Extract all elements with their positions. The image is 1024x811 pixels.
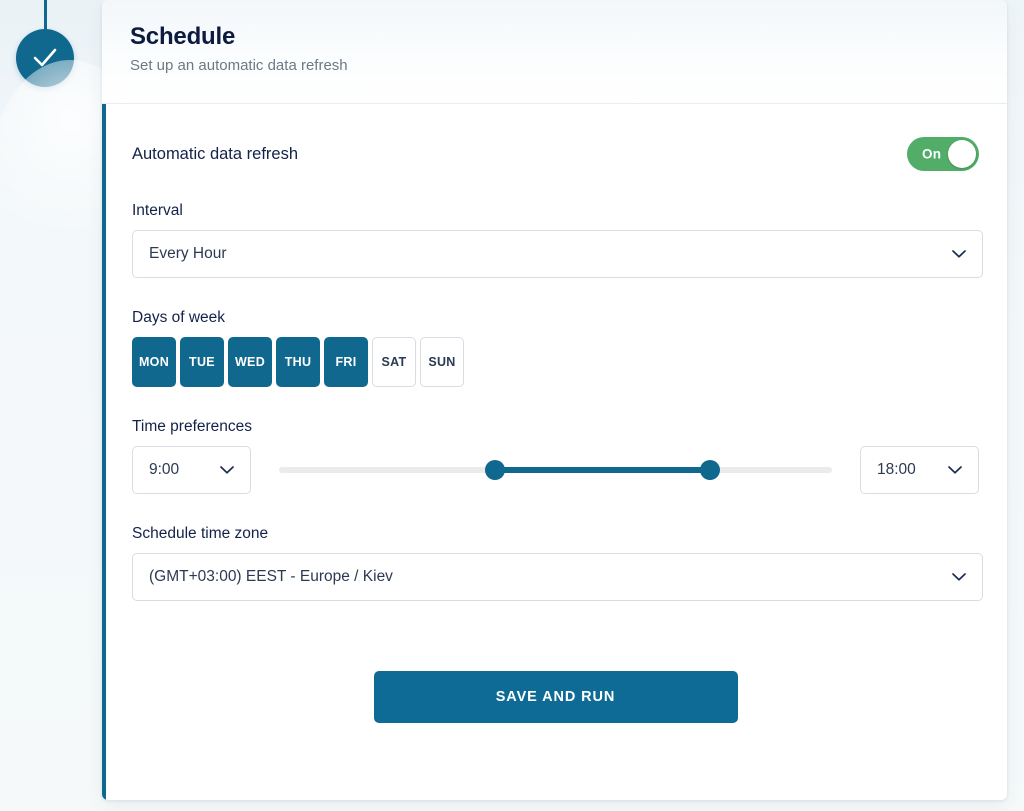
day-toggle-mon[interactable]: MON [132, 337, 176, 387]
chevron-down-icon [952, 250, 966, 258]
schedule-card: Schedule Set up an automatic data refres… [102, 0, 1007, 800]
slider-handle-end[interactable] [700, 460, 721, 480]
interval-select[interactable]: Every Hour [132, 230, 983, 278]
automatic-refresh-toggle[interactable]: On [907, 137, 979, 171]
day-toggle-tue[interactable]: TUE [180, 337, 224, 387]
slider-selected-range [494, 467, 711, 473]
day-toggle-wed[interactable]: WED [228, 337, 272, 387]
end-time-value: 18:00 [877, 461, 916, 478]
toggle-state-label: On [922, 146, 942, 162]
day-toggle-sun[interactable]: SUN [420, 337, 464, 387]
actions-row: SAVE AND RUN [132, 671, 979, 723]
end-time-select[interactable]: 18:00 [860, 446, 979, 494]
check-icon [33, 48, 57, 67]
day-toggle-fri[interactable]: FRI [324, 337, 368, 387]
timezone-select[interactable]: (GMT+03:00) EEST - Europe / Kiev [132, 553, 983, 601]
day-toggle-thu[interactable]: THU [276, 337, 320, 387]
timezone-value: (GMT+03:00) EEST - Europe / Kiev [149, 568, 393, 585]
card-body: Automatic data refresh On Interval Every… [102, 104, 1007, 800]
days-of-week-label: Days of week [132, 309, 226, 326]
start-time-select[interactable]: 9:00 [132, 446, 251, 494]
days-of-week-group: MON TUE WED THU FRI SAT SUN [132, 337, 979, 387]
interval-label: Interval [132, 202, 183, 219]
automatic-refresh-row: Automatic data refresh On [132, 104, 979, 171]
chevron-down-icon [948, 466, 962, 474]
timezone-label: Schedule time zone [132, 525, 269, 542]
chevron-down-icon [952, 573, 966, 581]
schedule-screen: Schedule Set up an automatic data refres… [0, 0, 1024, 811]
interval-value: Every Hour [149, 245, 227, 262]
page-title: Schedule [130, 23, 236, 50]
chevron-down-icon [220, 466, 234, 474]
start-time-value: 9:00 [149, 461, 180, 478]
time-range-slider[interactable] [279, 446, 832, 494]
day-toggle-sat[interactable]: SAT [372, 337, 416, 387]
toggle-knob [948, 140, 976, 168]
card-header: Schedule Set up an automatic data refres… [102, 0, 1007, 104]
automatic-refresh-label: Automatic data refresh [132, 144, 298, 163]
page-subtitle: Set up an automatic data refresh [130, 57, 348, 74]
save-and-run-button[interactable]: SAVE AND RUN [373, 671, 738, 723]
slider-handle-start[interactable] [484, 460, 505, 480]
stepper-rail [0, 0, 150, 811]
stepper-step-completed[interactable] [16, 29, 74, 87]
time-preferences-label: Time preferences [132, 418, 253, 435]
time-preferences-row: 9:00 18:00 [132, 446, 979, 494]
